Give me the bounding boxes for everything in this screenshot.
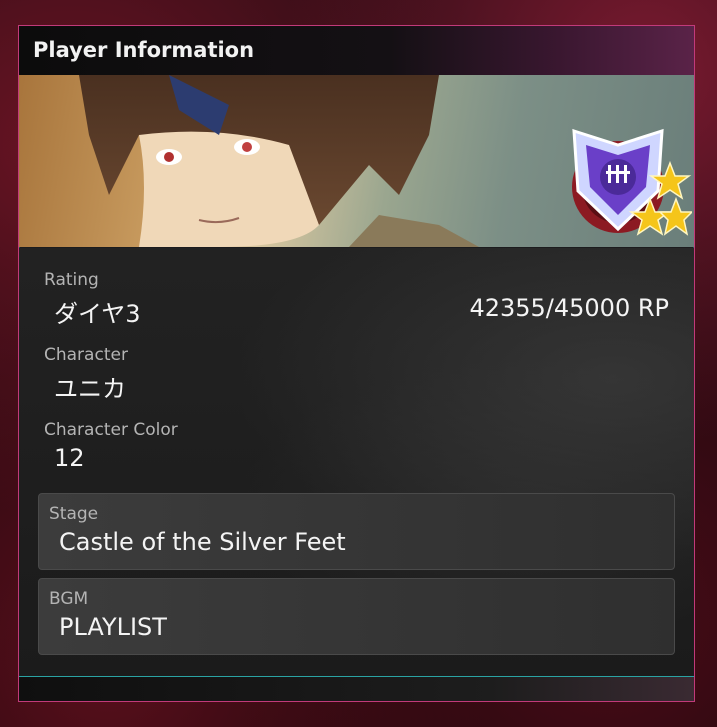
rating-label: Rating bbox=[44, 270, 99, 290]
player-information-panel: Player Information Rating ダイヤ3 42355/450… bbox=[18, 25, 695, 702]
rating-points: 42355/45000 RP bbox=[469, 294, 669, 322]
bgm-value: PLAYLIST bbox=[59, 613, 167, 641]
character-value: ユニカ bbox=[54, 375, 126, 403]
stage-field[interactable]: Stage Castle of the Silver Feet bbox=[38, 493, 675, 570]
character-label: Character bbox=[44, 345, 128, 365]
panel-title: Player Information bbox=[33, 38, 255, 62]
stage-value: Castle of the Silver Feet bbox=[59, 528, 346, 556]
panel-footer bbox=[19, 676, 694, 701]
stage-label: Stage bbox=[49, 504, 99, 524]
rating-value: ダイヤ3 bbox=[54, 300, 141, 328]
character-color-value: 12 bbox=[54, 444, 85, 472]
character-color-label: Character Color bbox=[44, 420, 178, 440]
bgm-label: BGM bbox=[49, 589, 89, 609]
diamond-rank-emblem-icon bbox=[572, 128, 692, 236]
bgm-field[interactable]: BGM PLAYLIST bbox=[38, 578, 675, 655]
panel-header: Player Information bbox=[19, 26, 694, 75]
character-banner bbox=[19, 75, 694, 247]
